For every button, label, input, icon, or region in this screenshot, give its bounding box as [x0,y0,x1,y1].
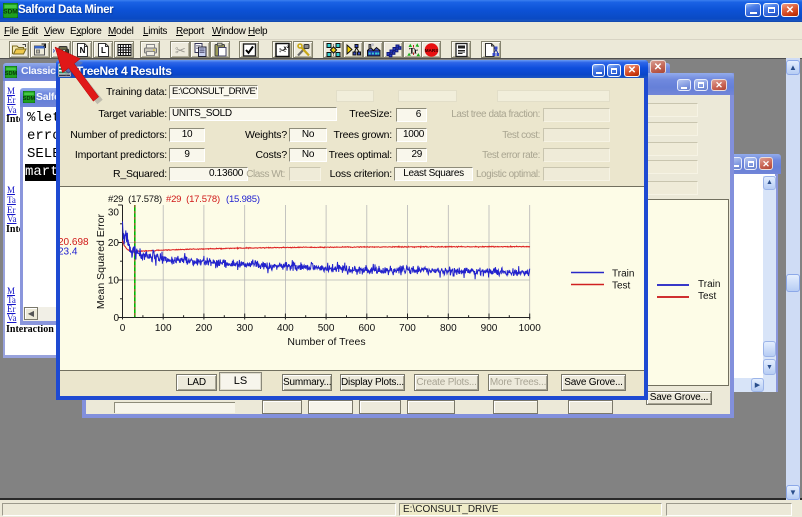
svg-text:#29 (17.578): #29 (17.578) [166,194,220,205]
svg-text:Train: Train [612,269,634,280]
svg-text:20: 20 [108,238,120,249]
svg-text:800: 800 [440,323,457,334]
svg-text:x²: x² [284,45,289,52]
svg-text:0: 0 [113,313,119,324]
svg-text:Number of Trees: Number of Trees [287,336,365,348]
svg-text:0: 0 [120,323,126,334]
svg-text:500: 500 [318,323,335,334]
svg-text:(15.985): (15.985) [226,194,260,205]
svg-text:MARS: MARS [425,48,439,53]
svg-text:#29 (17.578): #29 (17.578) [108,194,162,205]
svg-text:900: 900 [481,323,498,334]
svg-text:100: 100 [155,323,172,334]
svg-text:300: 300 [236,323,253,334]
svg-text:23.4: 23.4 [60,247,78,258]
svg-text:600: 600 [358,323,375,334]
svg-text:✂: ✂ [175,43,186,58]
svg-text:Mean Squared Error: Mean Squared Error [95,213,107,309]
svg-text:10: 10 [108,276,120,287]
svg-text:400: 400 [277,323,294,334]
svg-text:30: 30 [108,208,120,219]
svg-text:1000: 1000 [519,323,542,334]
svg-text:Test: Test [612,281,631,292]
svg-text:200: 200 [196,323,213,334]
svg-text:700: 700 [399,323,416,334]
